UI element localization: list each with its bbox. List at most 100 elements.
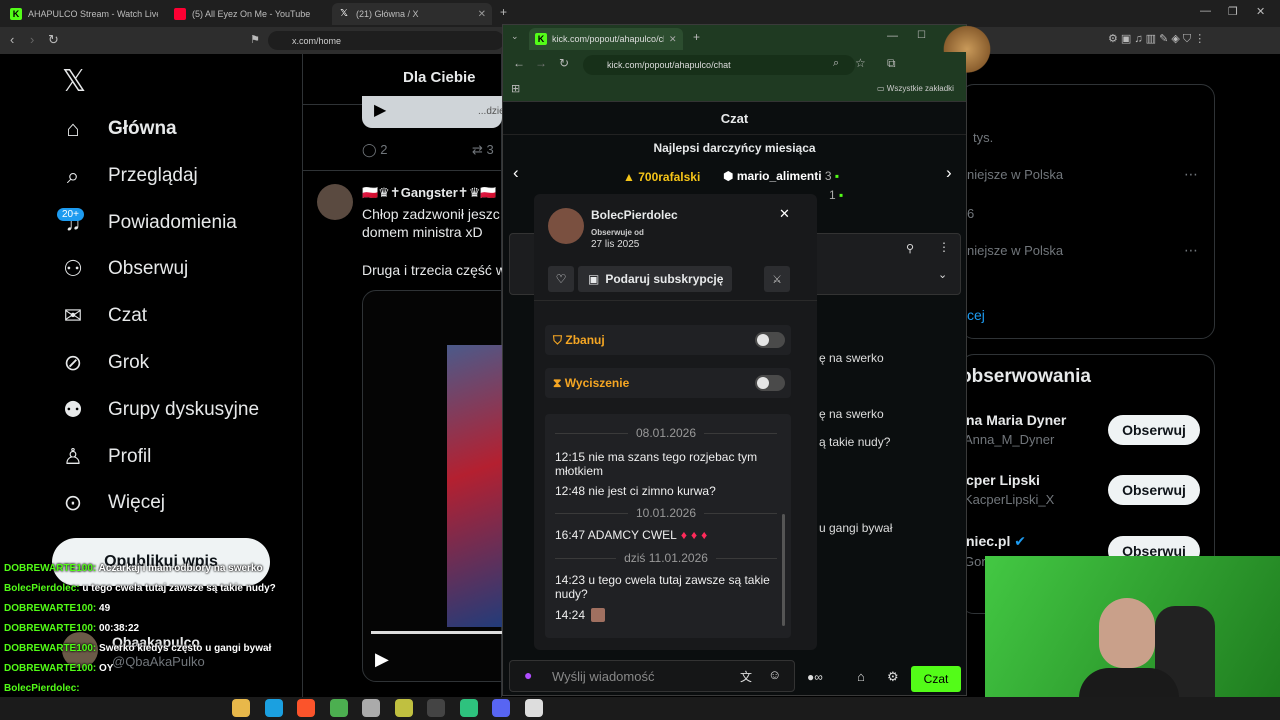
user-name[interactable]: BolecPierdolec [591, 208, 678, 222]
send-chat-button[interactable]: Czat [911, 666, 961, 692]
donor-1[interactable]: ▲ 700rafalski [623, 170, 700, 184]
reload-icon[interactable]: ↻ [48, 32, 59, 48]
close-icon[interactable]: ✕ [478, 9, 486, 20]
scrollbar[interactable] [782, 514, 785, 626]
divider [534, 300, 817, 301]
minimize-icon[interactable]: — [1200, 5, 1211, 17]
more-icon[interactable]: ⋯ [1184, 242, 1198, 259]
gift-sub-button[interactable]: ▣ Podaruj subskrypcję [578, 266, 732, 292]
x-logo-icon[interactable]: 𝕏 [62, 64, 86, 99]
points-icon[interactable]: ●∞ [807, 670, 823, 684]
discord-icon[interactable] [492, 699, 510, 717]
browser-tab[interactable]: K AHAPULCO Stream - Watch Live on K [4, 3, 164, 25]
apps-icon[interactable]: ⊞ [511, 82, 520, 95]
video-progress[interactable] [371, 631, 503, 634]
brave-icon[interactable] [297, 699, 315, 717]
new-tab-icon[interactable]: + [693, 30, 700, 44]
chevron-left-icon[interactable]: ‹ [513, 163, 519, 183]
show-more-link[interactable]: cej [967, 307, 985, 323]
streamer-face [1099, 598, 1155, 668]
tweet-video[interactable]: ▶ [362, 290, 503, 682]
sidebar-item-mail[interactable]: ✉ Czat [60, 303, 147, 329]
home-icon: ⌂ [66, 116, 80, 141]
close-window-icon[interactable]: ✕ [1256, 5, 1265, 18]
browser-tab[interactable]: (5) All Eyez On Me - YouTube [168, 3, 328, 25]
tab-for-you[interactable]: Dla Ciebie [403, 69, 476, 86]
popup-address-bar[interactable]: kick.com/popout/ahapulco/chat [583, 55, 855, 75]
sidebar-item-bell[interactable]: ♫ Powiadomienia [60, 210, 237, 236]
mute-label: ⧗ Wyciszenie [553, 376, 629, 391]
mic-icon[interactable]: ● [524, 667, 532, 683]
suggestion-name[interactable]: cper Lipski [966, 472, 1040, 488]
suggestion-name[interactable]: niec.pl ✔ [966, 533, 1026, 550]
store-icon[interactable]: ⌂ [857, 669, 865, 684]
sidebar-item-home[interactable]: ⌂ Główna [60, 116, 176, 142]
follow-button[interactable]: Obserwuj [1108, 415, 1200, 445]
forward-icon[interactable]: → [535, 56, 547, 70]
zoom-icon[interactable]: ⌕ [833, 57, 839, 70]
suggestion-name[interactable]: na Maria Dyner [966, 412, 1066, 428]
video-preview[interactable]: ▶ ...dzie [362, 96, 505, 128]
sidebar-item-search[interactable]: ⌕ Przeglądaj [60, 163, 198, 189]
follow-heart-button[interactable]: ♡ [548, 266, 574, 292]
sidebar-item-profile[interactable]: ♙ Profil [60, 444, 151, 470]
chevron-down-icon[interactable]: ⌄ [938, 268, 947, 281]
obs-icon[interactable] [427, 699, 445, 717]
explorer-icon[interactable] [232, 699, 250, 717]
media-icon[interactable] [459, 699, 478, 717]
mute-text: Wyciszenie [564, 376, 630, 390]
minimize-icon[interactable]: — [887, 30, 898, 42]
play-icon[interactable]: ▶ [374, 100, 386, 120]
mod-button[interactable]: ⚔ [764, 266, 790, 292]
translate-icon[interactable]: 文 [740, 668, 752, 685]
notes-icon[interactable] [362, 699, 380, 717]
donor-2[interactable]: ⬢ mario_alimenti 3 ▪ [723, 169, 839, 183]
settings-icon[interactable]: ⚙ [887, 669, 899, 685]
star-icon[interactable]: ☆ [855, 56, 866, 70]
ban-toggle[interactable] [755, 332, 785, 348]
gift-sub-label: Podaruj subskrypcję [605, 272, 724, 286]
pin-icon[interactable]: ⚲ [906, 242, 914, 255]
sidebar-item-more[interactable]: ⊙ Więcej [60, 490, 165, 516]
forward-icon[interactable]: › [30, 32, 34, 47]
sidebar-item-groups[interactable]: ⚉ Grupy dyskusyjne [60, 397, 259, 423]
more-icon[interactable]: ⋯ [1184, 166, 1198, 183]
reply-button[interactable]: ◯ 2 [362, 142, 387, 158]
all-bookmarks[interactable]: ▭ Wszystkie zakładki [877, 84, 954, 93]
chrome-icon[interactable] [329, 699, 348, 717]
retweet-button[interactable]: ⇄ 3 [472, 142, 494, 158]
extensions-icon[interactable]: ⚙ ▣ ♫ ▥ ✎ ◈ ⛉ ⋮ [1108, 32, 1205, 46]
youtube-icon [174, 8, 186, 20]
donor-3[interactable]: 1 ▪ [829, 188, 843, 202]
play-icon[interactable]: ▶ [375, 649, 389, 670]
address-bar[interactable]: x.com/home [268, 31, 504, 50]
close-icon[interactable]: ✕ [779, 206, 790, 222]
emoji-icon[interactable]: ☺ [768, 667, 781, 682]
sidebar-item-grok[interactable]: ⊘ Grok [60, 350, 149, 376]
edge-icon[interactable] [264, 699, 283, 717]
chat-input[interactable]: ● Wyślij wiadomość 文 ☺ [509, 660, 795, 692]
chevron-right-icon[interactable]: › [946, 163, 952, 183]
browser-tab-active[interactable]: 𝕏 (21) Główna / X ✕ [332, 3, 492, 25]
maximize-icon[interactable]: ❐ [1228, 5, 1238, 18]
bookmark-icon[interactable]: ⚑ [250, 33, 260, 46]
message-history[interactable]: 08.01.2026 12:15 nie ma szans tego rozje… [545, 414, 791, 638]
extensions-icon[interactable]: ⧉ [887, 56, 896, 71]
app-icon[interactable] [394, 699, 413, 717]
tweet-author[interactable]: 🇵🇱♛✝Gangster✝♛🇵🇱 [362, 185, 502, 201]
maximize-icon[interactable]: ☐ [917, 30, 926, 41]
post-button[interactable]: Opublikuj wpis [52, 538, 270, 586]
reload-icon[interactable]: ↻ [559, 56, 569, 70]
new-tab-icon[interactable]: + [500, 5, 507, 19]
back-icon[interactable]: ← [513, 56, 525, 70]
back-icon[interactable]: ‹ [10, 32, 14, 47]
tweet-avatar[interactable] [317, 184, 353, 220]
mute-toggle[interactable] [755, 375, 785, 391]
follow-button[interactable]: Obserwuj [1108, 475, 1200, 505]
close-icon[interactable]: ✕ [669, 34, 677, 45]
kebab-icon[interactable]: ⋮ [938, 240, 950, 254]
sidebar-item-follow[interactable]: ⚇ Obserwuj [60, 256, 188, 282]
popup-tab[interactable]: K kick.com/popout/ahapulco/cha ✕ [529, 28, 683, 50]
app2-icon[interactable] [524, 699, 543, 717]
tab-menu-icon[interactable]: ⌄ [511, 31, 519, 42]
